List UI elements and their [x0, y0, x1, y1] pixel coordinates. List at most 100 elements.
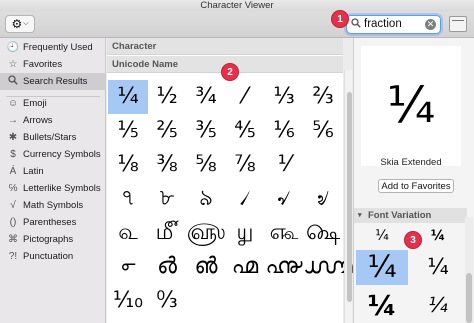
character-cell[interactable]: ⅗	[186, 114, 226, 148]
sidebar-item-label: Bullets/Stars	[23, 132, 77, 143]
font-variation-header: ▾ Font Variation	[354, 208, 467, 223]
sidebar-item-math-symbols[interactable]: √ Math Symbols	[0, 197, 106, 214]
action-menu-button[interactable]: ⚙ ⌵	[5, 15, 35, 33]
character-cell[interactable]: ௴	[147, 216, 187, 250]
search-field[interactable]: ✕	[346, 15, 441, 34]
callout-badge-3: 3	[404, 231, 422, 249]
callout-badge-2: 2	[221, 63, 239, 81]
latin-letter-icon: Á	[9, 166, 17, 177]
character-cell[interactable]: ৵	[264, 182, 304, 216]
clear-search-icon[interactable]: ✕	[425, 19, 436, 30]
scrollbar-thumb[interactable]	[347, 92, 352, 302]
search-icon	[4, 75, 22, 88]
character-cell-selected[interactable]: ¼	[108, 80, 148, 114]
character-cell[interactable]: ⁄	[225, 80, 265, 114]
character-cell[interactable]: ൴	[147, 250, 187, 284]
sidebar-item-parentheses[interactable]: () Parentheses	[0, 214, 106, 231]
asterisk-icon: ✱	[8, 132, 18, 143]
character-cell[interactable]: ⅘	[225, 114, 265, 148]
font-variation-cell[interactable]: ¼	[412, 250, 464, 285]
character-cell[interactable]: ⅖	[147, 114, 187, 148]
character-cell[interactable]: ൷	[264, 250, 304, 284]
font-variation-cell[interactable]: ¼	[412, 288, 464, 323]
sidebar-item-letterlike-symbols[interactable]: ℅ Letterlike Symbols	[0, 180, 106, 197]
character-cell[interactable]: ൵	[186, 250, 226, 284]
sidebar-item-pictographs[interactable]: ⌘ Pictographs	[0, 231, 106, 248]
character-cell[interactable]	[303, 148, 343, 182]
arrow-icon: →	[8, 115, 18, 126]
font-variation-cell[interactable]: ¼	[356, 288, 408, 323]
font-variation-scrollbar[interactable]	[465, 217, 473, 323]
sidebar-item-label: Emoji	[23, 98, 47, 109]
character-cell[interactable]: ⅟	[264, 148, 304, 182]
character-cell[interactable]: ৴	[225, 182, 265, 216]
command-icon: ⌘	[8, 234, 18, 245]
character-cell[interactable]: ൸	[303, 250, 353, 284]
toggle-panel-button[interactable]	[449, 16, 467, 32]
character-pane: Character Unicode Name ¼ ½ ¾ ⁄ ⅓ ⅔ ⅕ ⅖ ⅗ ⅘ ⅙ ⅚ ⅛ ⅜ ⅝ ⅞ ⅟…	[107, 38, 353, 323]
add-to-favorites-button[interactable]: Add to Favorites	[378, 179, 454, 193]
character-cell[interactable]: ⅔	[303, 80, 343, 114]
sidebar: 🕘 Frequently Used ☆ Favorites Search Res…	[0, 38, 106, 323]
character-preview: ¼	[361, 46, 461, 166]
sidebar-item-bullets-stars[interactable]: ✱ Bullets/Stars	[0, 129, 106, 146]
star-icon: ☆	[8, 59, 18, 70]
sidebar-item-label: Search Results	[23, 76, 88, 87]
toolbar: ⚙ ⌵ ✕	[0, 12, 474, 38]
character-cell[interactable]: ௸	[303, 216, 343, 250]
inspector-pane: ¼ Skia Extended Add to Favorites ▾ Font …	[353, 38, 474, 323]
character-cell[interactable]: ½	[147, 80, 187, 114]
character-cell[interactable]: ⅒	[108, 284, 148, 318]
character-cell[interactable]: ৭	[108, 182, 148, 216]
character-cell[interactable]: ⅚	[303, 114, 343, 148]
square-root-icon: √	[10, 200, 16, 211]
sidebar-item-label: Favorites	[23, 59, 63, 70]
character-cell[interactable]: ൳	[108, 250, 148, 284]
sidebar-item-search-results[interactable]: Search Results	[0, 73, 106, 90]
character-cell[interactable]: ൶	[225, 250, 265, 284]
sidebar-item-frequently-used[interactable]: 🕘 Frequently Used	[0, 39, 106, 56]
sidebar-item-currency-symbols[interactable]: $ Currency Symbols	[0, 146, 106, 163]
character-cell[interactable]: ⅕	[108, 114, 148, 148]
preview-glyph: ¼	[386, 76, 436, 134]
character-cell[interactable]: ௶	[225, 216, 265, 250]
care-of-icon: ℅	[8, 183, 18, 194]
sidebar-item-label: Punctuation	[23, 251, 74, 262]
sidebar-item-label: Pictographs	[23, 234, 74, 245]
font-variation-cell-selected[interactable]: ¼	[356, 250, 408, 285]
search-input[interactable]	[364, 17, 420, 31]
character-cell[interactable]: ৯	[186, 182, 226, 216]
sidebar-item-punctuation[interactable]: ?! Punctuation	[0, 248, 106, 265]
character-cell[interactable]: ௷	[264, 216, 304, 250]
scrollbar-thumb[interactable]	[466, 273, 472, 323]
window-title: Character Viewer	[0, 0, 474, 12]
character-cell[interactable]: ௵	[186, 216, 226, 250]
character-cell[interactable]: ¾	[186, 80, 226, 114]
character-scrollbar[interactable]	[344, 70, 352, 323]
character-cell[interactable]: ⅓	[264, 80, 304, 114]
sidebar-item-label: Frequently Used	[23, 42, 93, 53]
section-header-character: Character	[107, 38, 343, 55]
character-cell[interactable]: ⅞	[225, 148, 265, 182]
sidebar-item-label: Letterlike Symbols	[23, 183, 101, 194]
clock-icon: 🕘	[6, 42, 20, 53]
sidebar-item-label: Arrows	[23, 115, 53, 126]
character-cell[interactable]: ৶	[303, 182, 343, 216]
character-cell[interactable]: ⅛	[108, 148, 148, 182]
dollar-icon: $	[10, 149, 16, 160]
character-cell[interactable]: ↉	[147, 284, 187, 318]
sidebar-item-label: Latin	[23, 166, 44, 177]
sidebar-item-favorites[interactable]: ☆ Favorites	[0, 56, 106, 73]
character-cell[interactable]: ⅙	[264, 114, 304, 148]
punctuation-icon: ?!	[8, 251, 18, 262]
character-cell[interactable]: ⅜	[147, 148, 187, 182]
character-cell[interactable]: ௳	[108, 216, 148, 250]
character-cell[interactable]: ⅝	[186, 148, 226, 182]
chevron-down-icon: ⌵	[23, 20, 29, 27]
smiley-icon: ☺	[7, 98, 19, 109]
disclosure-triangle-icon[interactable]: ▾	[358, 208, 362, 223]
sidebar-item-arrows[interactable]: → Arrows	[0, 112, 106, 129]
sidebar-item-emoji[interactable]: ☺ Emoji	[0, 95, 106, 112]
sidebar-item-latin[interactable]: Á Latin	[0, 163, 106, 180]
character-cell[interactable]: ৮	[147, 182, 187, 216]
